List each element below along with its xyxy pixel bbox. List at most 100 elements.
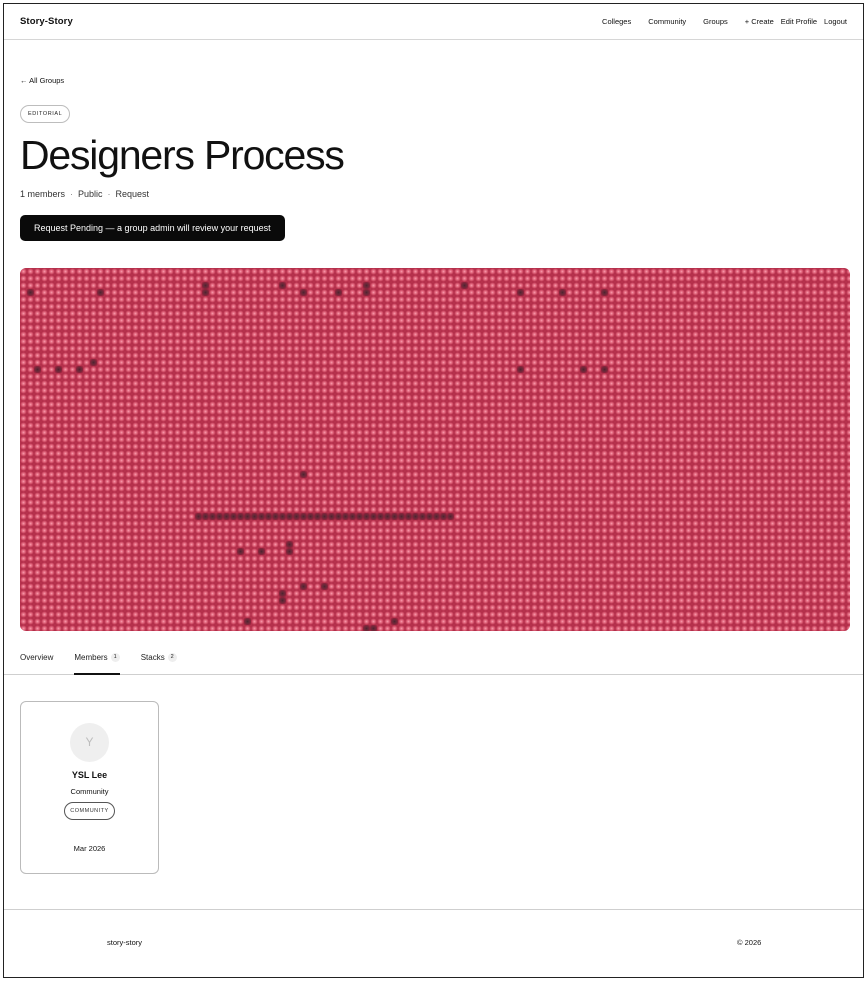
- banner-pixel: [517, 366, 524, 373]
- nav-links: Colleges Community Groups + Create Edit …: [585, 17, 847, 26]
- banner-pixel: [363, 625, 370, 631]
- banner-pixel: [300, 471, 307, 478]
- banner-pixel: [230, 513, 237, 520]
- banner-pixel: [391, 513, 398, 520]
- separator-dot: ·: [70, 189, 74, 199]
- banner-pixel: [244, 618, 251, 625]
- banner-pixel: [321, 583, 328, 590]
- banner-pixel: [412, 513, 419, 520]
- banner-pixel: [265, 513, 272, 520]
- tab-label: Stacks: [140, 653, 165, 662]
- banner-pixel: [244, 513, 251, 520]
- tab-label: Overview: [20, 653, 54, 662]
- banner-pixel: [286, 513, 293, 520]
- banner-pixel: [202, 513, 209, 520]
- banner-pixel: [384, 513, 391, 520]
- footer-brand: story-story: [107, 938, 143, 947]
- member-joined-date: Mar 2026: [73, 844, 106, 853]
- nav-link-edit-profile[interactable]: Edit Profile: [781, 17, 817, 26]
- banner-pixel: [363, 282, 370, 289]
- group-tabs: Overview Members 1 Stacks 2: [4, 653, 863, 675]
- nav-link-colleges[interactable]: Colleges: [602, 17, 631, 26]
- members-count: 1 members: [20, 189, 66, 199]
- banner-pixel: [447, 513, 454, 520]
- banner-pixel: [391, 618, 398, 625]
- banner-pixel: [601, 366, 608, 373]
- member-card[interactable]: Y YSL Lee Community COMMUNITY Mar 2026: [20, 701, 159, 874]
- banner-pixel: [293, 513, 300, 520]
- banner-pixel: [419, 513, 426, 520]
- nav-link-community[interactable]: Community: [648, 17, 686, 26]
- banner-pixel: [335, 289, 342, 296]
- banner-pixel: [202, 289, 209, 296]
- join-type-label: Request: [115, 189, 150, 199]
- banner-pixel: [405, 513, 412, 520]
- tab-members[interactable]: Members 1: [74, 653, 120, 675]
- page-title: Designers Process: [20, 132, 345, 178]
- banner-pixel: [90, 359, 97, 366]
- banner-pixel: [202, 282, 209, 289]
- category-tag: EDITORIAL: [20, 105, 71, 123]
- group-meta: 1 members · Public · Request: [20, 189, 847, 199]
- banner-pixel: [279, 597, 286, 604]
- banner-pixel: [97, 289, 104, 296]
- banner-pixel: [363, 289, 370, 296]
- separator-dot: ·: [107, 189, 111, 199]
- banner-pixel: [251, 513, 258, 520]
- banner-pixel: [209, 513, 216, 520]
- banner-pixel: [356, 513, 363, 520]
- top-nav: Story-Story Colleges Community Groups + …: [4, 4, 863, 40]
- banner-pixel: [440, 513, 447, 520]
- banner-pixel: [398, 513, 405, 520]
- banner-pixel: [237, 513, 244, 520]
- banner-pixel: [286, 548, 293, 555]
- banner-pixel: [237, 548, 244, 555]
- page-frame: Story-Story Colleges Community Groups + …: [3, 3, 864, 978]
- banner-pixel: [517, 289, 524, 296]
- group-banner-image: [20, 268, 850, 631]
- banner-pixel: [321, 513, 328, 520]
- banner-pixel: [258, 513, 265, 520]
- member-badge: COMMUNITY: [64, 802, 115, 820]
- banner-pixel: [601, 289, 608, 296]
- banner-pixel: [377, 513, 384, 520]
- request-pending-button[interactable]: Request Pending — a group admin will rev…: [20, 215, 285, 241]
- members-count-badge: 1: [110, 653, 120, 663]
- footer: story-story © 2026: [4, 909, 863, 977]
- banner-pixel: [370, 625, 377, 631]
- banner-pixel: [223, 513, 230, 520]
- banner-pixel: [55, 366, 62, 373]
- nav-link-create[interactable]: + Create: [745, 17, 774, 26]
- avatar: Y: [70, 723, 109, 762]
- brand-logo[interactable]: Story-Story: [20, 16, 73, 27]
- banner-pixel: [349, 513, 356, 520]
- tab-stacks[interactable]: Stacks 2: [141, 653, 177, 675]
- member-role: Community: [70, 787, 109, 796]
- banner-pixel: [307, 513, 314, 520]
- tab-overview[interactable]: Overview: [20, 653, 53, 675]
- banner-pixel: [559, 289, 566, 296]
- stacks-count-badge: 2: [167, 653, 177, 663]
- back-to-groups-link[interactable]: ← All Groups: [20, 76, 64, 85]
- banner-pixel: [342, 513, 349, 520]
- banner-pixel: [461, 282, 468, 289]
- banner-pixel: [34, 366, 41, 373]
- visibility-label: Public: [78, 189, 103, 199]
- banner-pixel: [279, 590, 286, 597]
- nav-link-logout[interactable]: Logout: [824, 17, 847, 26]
- banner-pixel: [363, 513, 370, 520]
- banner-pixel: [314, 513, 321, 520]
- banner-pixel: [580, 366, 587, 373]
- banner-pixel: [27, 289, 34, 296]
- banner-pixel: [433, 513, 440, 520]
- banner-pixel: [370, 513, 377, 520]
- banner-pixel: [286, 541, 293, 548]
- banner-pixel: [426, 513, 433, 520]
- member-name: YSL Lee: [71, 770, 108, 780]
- banner-pixel: [279, 282, 286, 289]
- footer-copyright: © 2026: [737, 938, 762, 947]
- banner-pixel: [76, 366, 83, 373]
- banner-pixel: [300, 583, 307, 590]
- nav-link-groups[interactable]: Groups: [703, 17, 728, 26]
- banner-pixel: [216, 513, 223, 520]
